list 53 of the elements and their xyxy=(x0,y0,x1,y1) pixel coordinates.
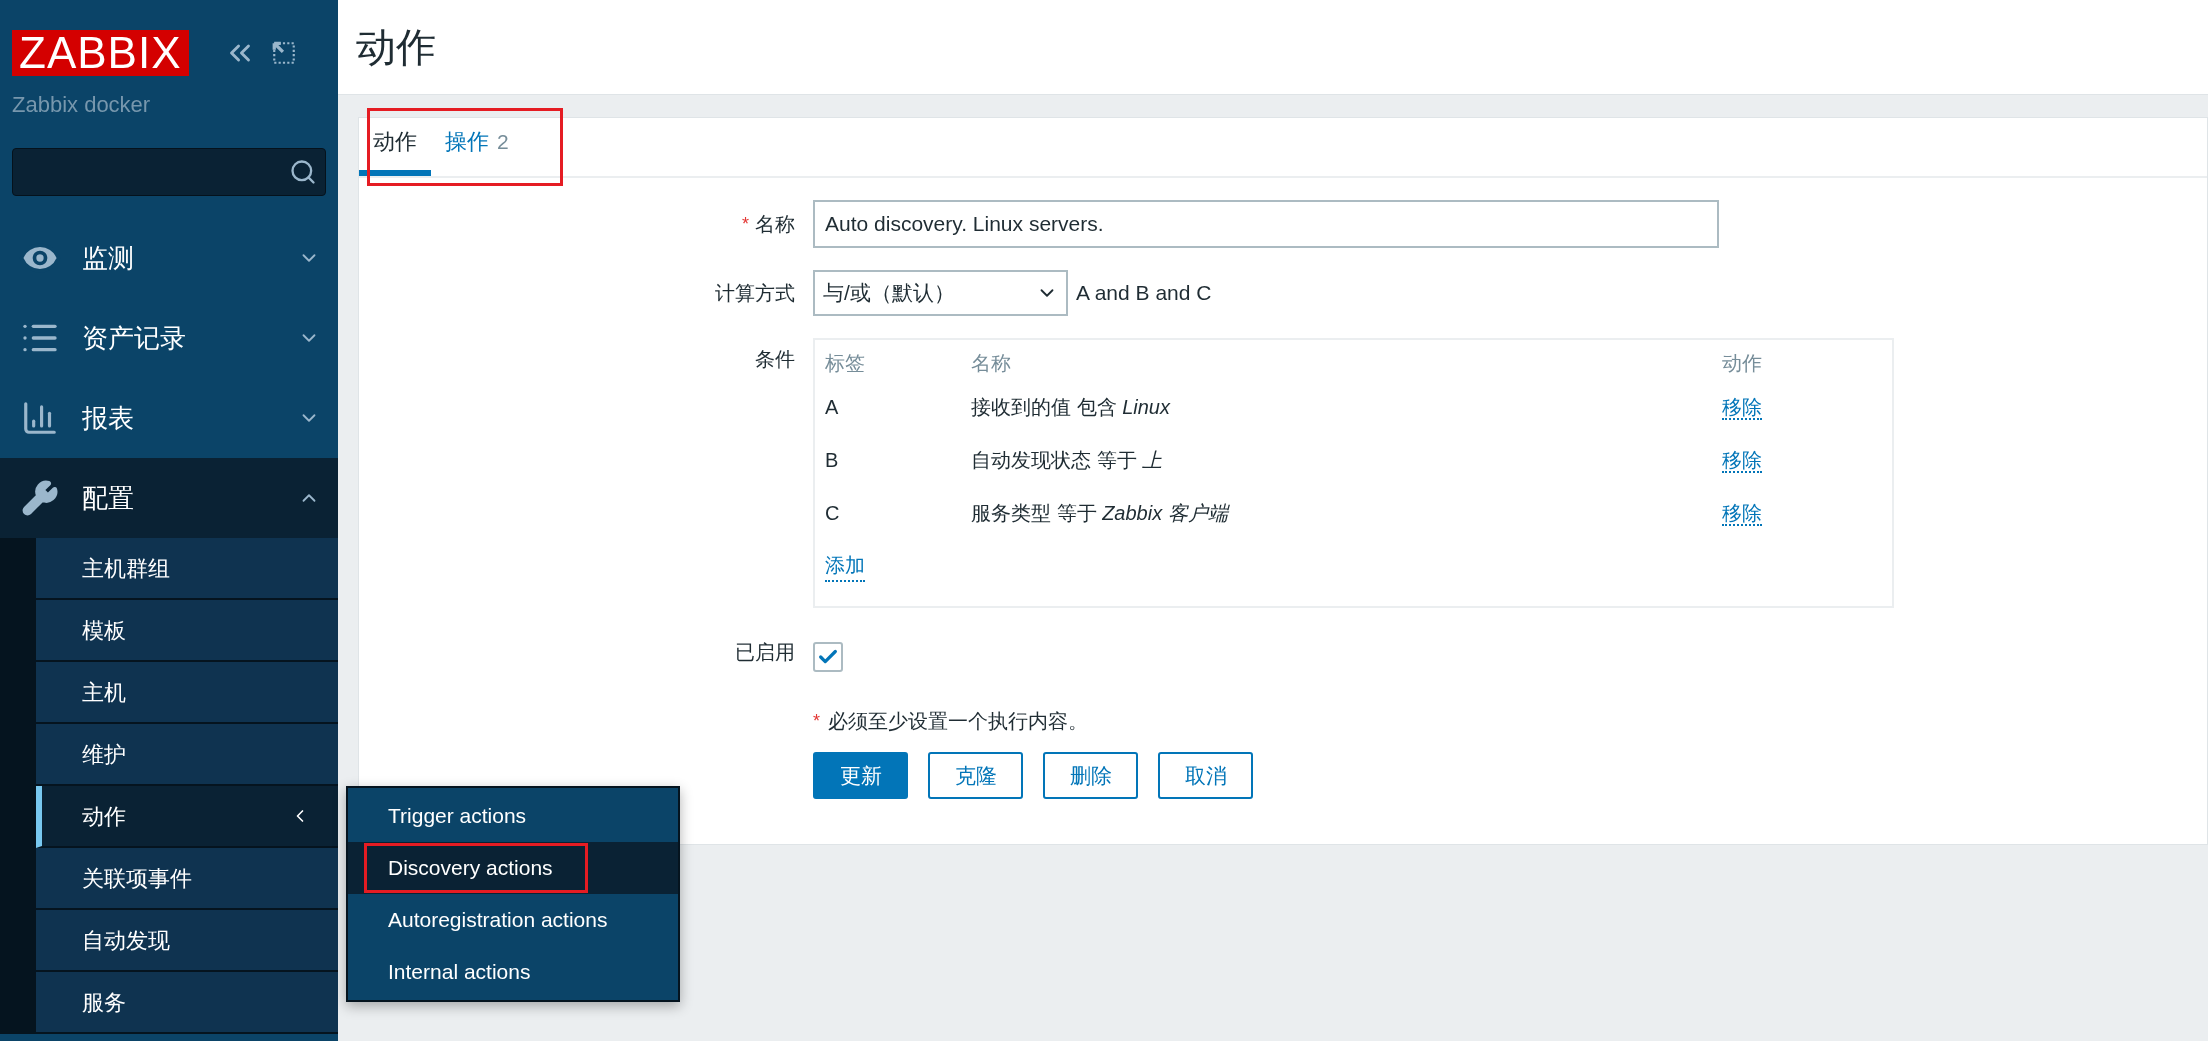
add-link[interactable]: 添加 xyxy=(825,549,865,582)
search-icon[interactable] xyxy=(289,158,317,186)
menu-item[interactable]: 报表 xyxy=(0,378,338,458)
submenu-item[interactable]: 维护 xyxy=(36,724,338,786)
flyout-item[interactable]: Internal actions xyxy=(348,946,678,998)
menu-item[interactable]: 监测 xyxy=(0,218,338,298)
page-title: 动作 xyxy=(356,24,436,71)
column-header: 动作 xyxy=(1722,351,1763,376)
name-field[interactable]: Auto discovery. Linux servers. xyxy=(813,200,1719,248)
required-mark: * xyxy=(813,709,820,733)
remove-link[interactable]: 移除 xyxy=(1722,448,1762,473)
column-header: 名称 xyxy=(971,351,1012,376)
submenu-item[interactable]: 服务 xyxy=(36,972,338,1034)
note-text: 必须至少设置一个执行内容。 xyxy=(828,709,1088,734)
form-button[interactable]: 克隆 xyxy=(928,752,1023,799)
server-name: Zabbix docker xyxy=(12,91,152,119)
expand-icon[interactable] xyxy=(270,40,297,66)
submenu-item[interactable]: 模板 xyxy=(36,600,338,662)
tab[interactable]: 动作 xyxy=(359,116,431,176)
remove-link[interactable]: 移除 xyxy=(1722,501,1762,526)
submenu-item[interactable]: 自动发现 xyxy=(36,910,338,972)
table-cell-text: C xyxy=(825,500,841,526)
search-field[interactable] xyxy=(12,148,326,196)
field-label: 名称 xyxy=(755,212,795,237)
table-cell-text: B xyxy=(825,447,840,473)
enabled-checkbox[interactable] xyxy=(813,642,843,672)
column-header: 标签 xyxy=(825,351,866,376)
flyout-item[interactable]: Autoregistration actions xyxy=(348,894,678,946)
form-button[interactable]: 取消 xyxy=(1158,752,1253,799)
logo: ZABBIX xyxy=(12,30,189,76)
field-label: 计算方式 xyxy=(715,281,795,306)
field-label: 已启用 xyxy=(735,640,795,665)
flyout-item[interactable]: Discovery actions xyxy=(348,842,678,894)
tab[interactable]: 操作 2 xyxy=(431,116,523,176)
table-cell-text: 自动发现状态 等于 上 xyxy=(971,447,1164,473)
form-button[interactable]: 删除 xyxy=(1043,752,1138,799)
formula-text: A and B and C xyxy=(1076,280,1212,307)
table-cell-text: 接收到的值 包含 Linux xyxy=(971,394,1172,420)
calculation-select[interactable]: 与/或（默认） xyxy=(813,270,1068,316)
menu-item[interactable]: 资产记录 xyxy=(0,298,338,378)
form-button[interactable]: 更新 xyxy=(813,752,908,799)
bar-chart-icon xyxy=(21,399,59,437)
field-label: 条件 xyxy=(755,347,795,372)
table-cell-text: A xyxy=(825,394,840,420)
wrench-icon xyxy=(21,479,59,517)
remove-link[interactable]: 移除 xyxy=(1722,395,1762,420)
table-cell-text: 服务类型 等于 Zabbix 客户端 xyxy=(971,500,1231,526)
submenu-item[interactable]: 主机 xyxy=(36,662,338,724)
submenu-item[interactable]: 主机群组 xyxy=(36,538,338,600)
required-mark: * xyxy=(742,212,749,236)
submenu-item[interactable]: 关联项事件 xyxy=(36,848,338,910)
flyout-item[interactable]: Trigger actions xyxy=(348,790,678,842)
menu-item[interactable]: 配置 xyxy=(0,458,338,538)
